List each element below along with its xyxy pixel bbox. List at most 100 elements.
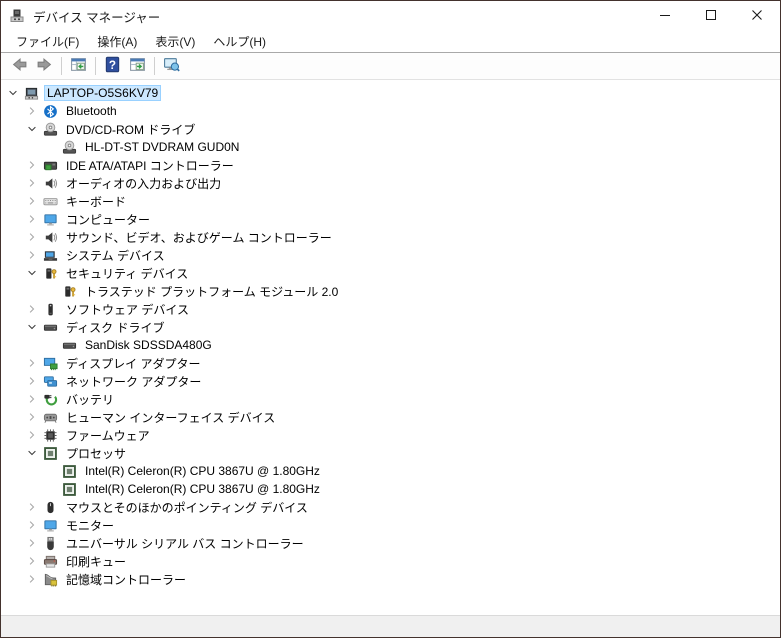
tree-item-label: 印刷キュー: [66, 554, 127, 569]
tree-item-label: ネットワーク アダプター: [66, 374, 202, 389]
tree-item[interactable]: 記憶域コントローラー: [1, 570, 780, 588]
tree-item[interactable]: SanDisk SDSSDA480G: [1, 336, 780, 354]
svg-text:?: ?: [109, 59, 116, 72]
tree-item[interactable]: セキュリティ デバイス: [1, 264, 780, 282]
tree-item-label: ディスク ドライブ: [66, 320, 165, 335]
chevron-right-icon[interactable]: [24, 247, 40, 263]
tree-item[interactable]: LAPTOP-O5S6KV79: [1, 84, 780, 102]
tree-item-label: トラステッド プラットフォーム モジュール 2.0: [85, 284, 339, 299]
chevron-right-icon[interactable]: [24, 409, 40, 425]
storage-icon: [42, 571, 58, 587]
chevron-right-icon[interactable]: [24, 175, 40, 191]
dvd-icon: [61, 139, 77, 155]
tree-item-label: サウンド、ビデオ、およびゲーム コントローラー: [66, 230, 332, 245]
help-icon: ?: [104, 56, 121, 76]
tree-item[interactable]: バッテリ: [1, 390, 780, 408]
chevron-right-icon[interactable]: [24, 229, 40, 245]
tree-item-label: Intel(R) Celeron(R) CPU 3867U @ 1.80GHz: [85, 482, 320, 496]
tree-item[interactable]: 印刷キュー: [1, 552, 780, 570]
tree-item[interactable]: HL-DT-ST DVDRAM GUD0N: [1, 138, 780, 156]
tree-item[interactable]: ネットワーク アダプター: [1, 372, 780, 390]
chevron-down-icon[interactable]: [24, 445, 40, 461]
system-icon: [42, 247, 58, 263]
chevron-right-icon[interactable]: [24, 301, 40, 317]
help-button[interactable]: ?: [100, 55, 125, 78]
tree-item[interactable]: Bluetooth: [1, 102, 780, 120]
scan-hardware-button[interactable]: [159, 55, 184, 78]
tree-item[interactable]: キーボード: [1, 192, 780, 210]
menu-view[interactable]: 表示(V): [146, 31, 204, 52]
chevron-right-icon[interactable]: [24, 373, 40, 389]
close-button[interactable]: [734, 1, 780, 31]
tree-item-label: バッテリ: [66, 392, 115, 407]
toolbar-separator: [61, 57, 62, 75]
minimize-icon: [657, 7, 673, 26]
chevron-down-icon[interactable]: [24, 265, 40, 281]
tree-item[interactable]: ソフトウェア デバイス: [1, 300, 780, 318]
title-bar: デバイス マネージャー: [1, 1, 780, 31]
chevron-down-icon[interactable]: [24, 319, 40, 335]
action-pane-icon: [129, 56, 146, 76]
tree-item[interactable]: ヒューマン インターフェイス デバイス: [1, 408, 780, 426]
forward-arrow-icon: [36, 56, 53, 76]
chevron-right-icon[interactable]: [24, 355, 40, 371]
chevron-down-icon[interactable]: [24, 121, 40, 137]
tree-item[interactable]: IDE ATA/ATAPI コントローラー: [1, 156, 780, 174]
chevron-right-icon[interactable]: [24, 499, 40, 515]
back-button[interactable]: [7, 55, 32, 78]
chevron-right-icon[interactable]: [24, 193, 40, 209]
toolbar: ?: [1, 53, 780, 80]
chevron-down-icon[interactable]: [5, 85, 21, 101]
tree-item-label: システム デバイス: [66, 248, 165, 263]
tree-item[interactable]: システム デバイス: [1, 246, 780, 264]
action-pane-button[interactable]: [125, 55, 150, 78]
tree-item[interactable]: オーディオの入力および出力: [1, 174, 780, 192]
chevron-right-icon[interactable]: [24, 157, 40, 173]
minimize-button[interactable]: [642, 1, 688, 31]
tree-item-label: モニター: [66, 518, 115, 533]
chevron-right-icon[interactable]: [24, 427, 40, 443]
device-manager-icon: [9, 8, 25, 24]
computer-icon: [23, 85, 39, 101]
chevron-right-icon[interactable]: [24, 211, 40, 227]
chevron-right-icon[interactable]: [24, 553, 40, 569]
chevron-right-icon[interactable]: [24, 517, 40, 533]
network-icon: [42, 373, 58, 389]
tree-item[interactable]: Intel(R) Celeron(R) CPU 3867U @ 1.80GHz: [1, 480, 780, 498]
console-tree-icon: [70, 56, 87, 76]
chevron-right-icon[interactable]: [24, 571, 40, 587]
tree-item[interactable]: ディスプレイ アダプター: [1, 354, 780, 372]
tree-item[interactable]: マウスとそのほかのポインティング デバイス: [1, 498, 780, 516]
maximize-button[interactable]: [688, 1, 734, 31]
security-icon: [61, 283, 77, 299]
tree-item[interactable]: モニター: [1, 516, 780, 534]
tree-item[interactable]: ディスク ドライブ: [1, 318, 780, 336]
scan-hardware-icon: [163, 56, 180, 76]
display-adapter-icon: [42, 355, 58, 371]
tree-item[interactable]: Intel(R) Celeron(R) CPU 3867U @ 1.80GHz: [1, 462, 780, 480]
chevron-right-icon[interactable]: [24, 103, 40, 119]
forward-button[interactable]: [32, 55, 57, 78]
tree-item[interactable]: ファームウェア: [1, 426, 780, 444]
tree-item-label: HL-DT-ST DVDRAM GUD0N: [85, 140, 240, 154]
menu-file[interactable]: ファイル(F): [7, 31, 88, 52]
chevron-right-icon[interactable]: [24, 535, 40, 551]
tree-item-label: ディスプレイ アダプター: [66, 356, 201, 371]
tree-item[interactable]: サウンド、ビデオ、およびゲーム コントローラー: [1, 228, 780, 246]
tree-item[interactable]: DVD/CD-ROM ドライブ: [1, 120, 780, 138]
device-tree[interactable]: LAPTOP-O5S6KV79 Bluetooth DVD/CD-ROM ドライブ H…: [1, 80, 780, 615]
dvd-icon: [42, 121, 58, 137]
menu-action[interactable]: 操作(A): [88, 31, 146, 52]
software-icon: [42, 301, 58, 317]
tree-item[interactable]: ユニバーサル シリアル バス コントローラー: [1, 534, 780, 552]
tree-item[interactable]: コンピューター: [1, 210, 780, 228]
tree-item-label: プロセッサ: [66, 446, 127, 461]
tree-item[interactable]: トラステッド プラットフォーム モジュール 2.0: [1, 282, 780, 300]
show-console-tree-button[interactable]: [66, 55, 91, 78]
menu-help[interactable]: ヘルプ(H): [204, 31, 275, 52]
tree-item[interactable]: プロセッサ: [1, 444, 780, 462]
chevron-right-icon[interactable]: [24, 391, 40, 407]
tree-item-label: キーボード: [66, 194, 127, 209]
